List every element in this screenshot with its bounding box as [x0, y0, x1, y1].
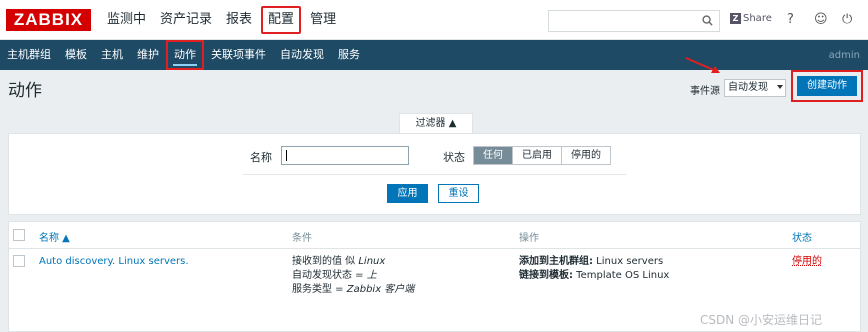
filter-name-label: 名称 [250, 151, 272, 164]
search-icon[interactable] [702, 15, 713, 26]
annotation-arrow-icon [685, 57, 720, 73]
share-link[interactable]: Z Share [730, 13, 772, 24]
subnav-discovery[interactable]: 自动发现 [273, 40, 331, 70]
table-header-divider [8, 248, 861, 249]
subnav-event-correlation[interactable]: 关联项事件 [204, 40, 273, 70]
filter-divider [243, 174, 626, 175]
subnav-actions[interactable]: 动作 [166, 40, 204, 70]
status-toggle-link[interactable]: 停用的 [792, 255, 822, 269]
action-name-link[interactable]: Auto discovery. Linux servers. [39, 255, 189, 269]
reset-button[interactable]: 重设 [438, 184, 479, 203]
apply-button[interactable]: 应用 [387, 184, 428, 203]
conditions-cell: 接收到的值 似 Linux 自动发现状态 = 上 服务类型 = Zabbix 客… [292, 255, 414, 297]
operations-cell: 添加到主机群组: Linux servers 链接到模板: Template O… [519, 255, 669, 283]
create-action-button[interactable]: 创建动作 [797, 76, 857, 96]
column-header-operations: 操作 [519, 233, 539, 244]
subnav-maintenance[interactable]: 维护 [130, 40, 166, 70]
column-header-status[interactable]: 状态 [792, 229, 812, 244]
share-icon: Z [730, 13, 741, 24]
menu-configuration[interactable]: 配置 [261, 6, 302, 34]
dropdown-arrow-icon [777, 85, 783, 89]
filter-status-segmented: 任何 已启用 停用的 [473, 146, 611, 165]
subnav-host-groups[interactable]: 主机群组 [0, 40, 58, 70]
event-source-label: 事件源 [690, 86, 720, 97]
operation-line: 链接到模板: Template OS Linux [519, 270, 670, 281]
row-checkbox[interactable] [13, 255, 25, 267]
column-header-name[interactable]: 名称 ▲ [39, 229, 70, 244]
subnav-services[interactable]: 服务 [331, 40, 367, 70]
subnav-templates[interactable]: 模板 [58, 40, 94, 70]
help-icon[interactable]: ? [787, 12, 794, 27]
user-profile-icon[interactable]: ☺ [814, 12, 828, 27]
menu-inventory[interactable]: 资产记录 [153, 0, 219, 40]
menu-monitoring[interactable]: 监测中 [100, 0, 153, 40]
status-any-option[interactable]: 任何 [474, 147, 513, 164]
status-disabled-option[interactable]: 停用的 [562, 147, 610, 164]
title-bar: 动作 事件源 自动发现 创建动作 [0, 70, 868, 104]
filter-name-input[interactable] [281, 146, 409, 165]
csdn-watermark: CSDN @小安运维日记 [700, 313, 823, 327]
current-user: admin [828, 49, 860, 61]
select-all-checkbox[interactable] [13, 229, 25, 241]
filter-status-label: 状态 [443, 151, 465, 164]
status-enabled-option[interactable]: 已启用 [513, 147, 562, 164]
logout-icon[interactable]: ⏻ [842, 12, 852, 27]
menu-reports[interactable]: 报表 [219, 0, 259, 40]
main-menu: 监测中 资产记录 报表 配置 管理 [100, 0, 343, 40]
column-header-conditions: 条件 [292, 233, 312, 244]
condition-line: 服务类型 = Zabbix 客户端 [292, 284, 415, 295]
create-action-highlight: 创建动作 [791, 70, 863, 102]
zabbix-logo[interactable]: ZABBIX [6, 9, 91, 31]
subnav-hosts[interactable]: 主机 [94, 40, 130, 70]
menu-administration[interactable]: 管理 [303, 0, 343, 40]
share-label: Share [743, 13, 772, 24]
sub-navigation: 主机群组 模板 主机 维护 动作 关联项事件 自动发现 服务 admin [0, 40, 868, 70]
operation-line: 添加到主机群组: Linux servers [519, 256, 664, 267]
condition-line: 接收到的值 似 Linux [292, 256, 386, 267]
search-input[interactable] [548, 10, 720, 32]
top-bar: ZABBIX 监测中 资产记录 报表 配置 管理 Z Share ? ☺ ⏻ [0, 0, 868, 40]
event-source-value: 自动发现 [728, 82, 768, 93]
condition-line: 自动发现状态 = 上 [292, 270, 377, 281]
filter-toggle-tab[interactable]: 过滤器 ▲ [399, 113, 473, 134]
event-source-select[interactable]: 自动发现 [724, 79, 786, 97]
page-title: 动作 [8, 81, 42, 101]
